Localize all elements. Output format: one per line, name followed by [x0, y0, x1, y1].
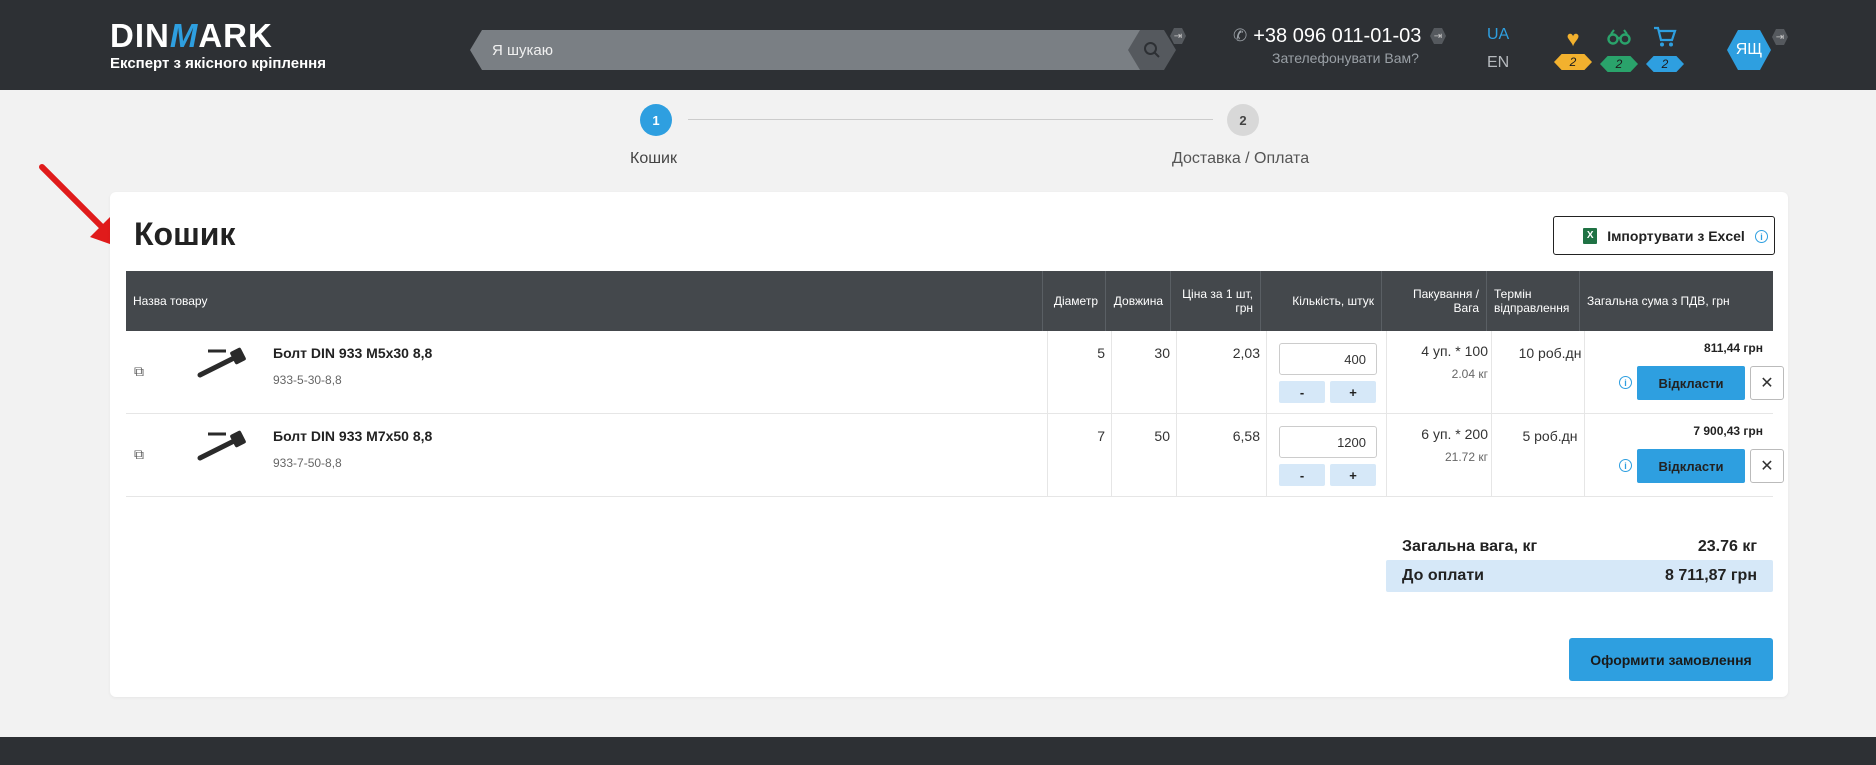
copy-icon[interactable]: ⧉	[134, 363, 144, 380]
heart-icon: ♥	[1566, 26, 1580, 51]
product-packing: 6 уп. * 200	[1421, 426, 1488, 442]
lang-ua[interactable]: UA	[1487, 26, 1509, 44]
remove-item-button[interactable]: ✕	[1750, 366, 1784, 400]
cart-button[interactable]: 2	[1646, 26, 1684, 72]
logo-tagline: Експерт з якісного кріплення	[110, 55, 326, 72]
table-row: ⧉ Болт DIN 933 M5x30 8,8 933-5-30-8,8 5 …	[126, 331, 1784, 414]
product-total: 811,44 грн	[1704, 341, 1763, 355]
product-total: 7 900,43 грн	[1693, 424, 1763, 438]
import-info-icon[interactable]: i	[1755, 230, 1768, 243]
search-icon	[1144, 42, 1160, 58]
product-term: 5 роб.дн	[1522, 428, 1578, 444]
copy-icon[interactable]: ⧉	[134, 446, 144, 463]
import-excel-label: Імпортувати з Excel	[1607, 227, 1745, 244]
excel-icon: X	[1583, 227, 1598, 244]
checkout-button[interactable]: Оформити замовлення	[1569, 638, 1773, 681]
col-qty: Кількість, штук	[1260, 271, 1381, 331]
product-price: 6,58	[1232, 428, 1260, 444]
quantity-decrease-button[interactable]: -	[1279, 381, 1325, 403]
to-pay-row: До оплати 8 711,87 грн	[1386, 560, 1773, 592]
to-pay-value: 8 711,87 грн	[1665, 567, 1757, 584]
info-icon[interactable]: i	[1619, 459, 1632, 472]
close-icon: ✕	[1760, 375, 1774, 392]
step-1-circle[interactable]: 1	[640, 104, 672, 136]
col-price: Ціна за 1 шт, грн	[1170, 271, 1260, 331]
product-sku: 933-5-30-8,8	[273, 373, 342, 387]
product-name[interactable]: Болт DIN 933 M7x50 8,8	[273, 428, 432, 444]
compare-button[interactable]: 2	[1600, 26, 1638, 72]
col-diameter: Діаметр	[1042, 271, 1105, 331]
phone-block: ✆ +38 096 011-01-03	[1233, 24, 1421, 48]
lang-en[interactable]: EN	[1487, 54, 1509, 72]
favorites-badge: 2	[1554, 54, 1592, 70]
product-packing: 4 уп. * 100	[1421, 343, 1488, 359]
col-name: Назва товару	[133, 294, 208, 308]
logo-word: DINMARK	[110, 17, 273, 54]
search-bar	[470, 30, 1176, 70]
quantity-input[interactable]	[1279, 343, 1377, 375]
cart-title: Кошик	[134, 216, 236, 252]
info-icon[interactable]: i	[1619, 376, 1632, 389]
postpone-button[interactable]: Відкласти	[1637, 449, 1745, 483]
product-diameter: 7	[1097, 428, 1105, 444]
col-term: Термін відправлення	[1486, 271, 1579, 331]
phone-number[interactable]: +38 096 011-01-03	[1253, 24, 1421, 48]
product-price: 2,03	[1232, 345, 1260, 361]
total-weight-row: Загальна вага, кг 23.76 кг	[1386, 532, 1773, 562]
product-sku: 933-7-50-8,8	[273, 456, 342, 470]
quantity-increase-button[interactable]: +	[1330, 464, 1376, 486]
step-2-label[interactable]: Доставка / Оплата	[1172, 150, 1309, 168]
postpone-button[interactable]: Відкласти	[1637, 366, 1745, 400]
to-pay-label: До оплати	[1402, 567, 1484, 584]
compare-icon	[1600, 26, 1638, 54]
compare-badge: 2	[1600, 56, 1638, 72]
total-weight-value: 23.76 кг	[1697, 538, 1757, 555]
bolt-image	[197, 430, 246, 461]
bolt-image	[197, 347, 246, 378]
site-footer	[0, 737, 1876, 765]
product-name[interactable]: Болт DIN 933 M5x30 8,8	[273, 345, 432, 361]
user-avatar[interactable]: ЯЩ	[1727, 30, 1771, 70]
phone-icon: ✆	[1233, 26, 1248, 45]
language-switcher: UA EN	[1487, 26, 1509, 72]
cart-table-header: Назва товару Діаметр Довжина Ціна за 1 ш…	[126, 271, 1773, 331]
logout-icon[interactable]: ⇥	[1772, 29, 1788, 45]
product-weight: 21.72 кг	[1445, 450, 1488, 464]
phone-expand-icon[interactable]: ⇥	[1430, 28, 1446, 44]
col-total: Загальна сума з ПДВ, грн	[1579, 271, 1773, 331]
quantity-input[interactable]	[1279, 426, 1377, 458]
cart-icon	[1646, 26, 1684, 54]
total-weight-label: Загальна вага, кг	[1402, 538, 1538, 555]
quantity-increase-button[interactable]: +	[1330, 381, 1376, 403]
cart-card: Кошик X Імпортувати з Excel i Назва това…	[110, 192, 1788, 697]
callback-link[interactable]: Зателефонувати Вам?	[1272, 50, 1419, 66]
product-weight: 2.04 кг	[1451, 367, 1488, 381]
col-length: Довжина	[1105, 271, 1170, 331]
product-diameter: 5	[1097, 345, 1105, 361]
product-length: 50	[1154, 428, 1170, 444]
step-1-label[interactable]: Кошик	[630, 150, 677, 168]
remove-item-button[interactable]: ✕	[1750, 449, 1784, 483]
cart-badge: 2	[1646, 56, 1684, 72]
close-icon: ✕	[1760, 458, 1774, 475]
search-input[interactable]	[492, 30, 1112, 70]
import-excel-button[interactable]: X Імпортувати з Excel	[1553, 216, 1775, 255]
quantity-decrease-button[interactable]: -	[1279, 464, 1325, 486]
favorites-button[interactable]: ♥ 2	[1554, 26, 1592, 70]
col-packing: Пакування / Вага	[1381, 271, 1486, 331]
site-header: DINMARK Експерт з якісного кріплення ⇥ ✆…	[0, 0, 1876, 90]
logo[interactable]: DINMARK Експерт з якісного кріплення	[110, 18, 326, 73]
product-length: 30	[1154, 345, 1170, 361]
step-2-circle[interactable]: 2	[1227, 104, 1259, 136]
stepper-line	[688, 119, 1213, 120]
product-term: 10 роб.дн	[1518, 345, 1582, 361]
table-row: ⧉ Болт DIN 933 M7x50 8,8 933-7-50-8,8 7 …	[126, 414, 1784, 497]
